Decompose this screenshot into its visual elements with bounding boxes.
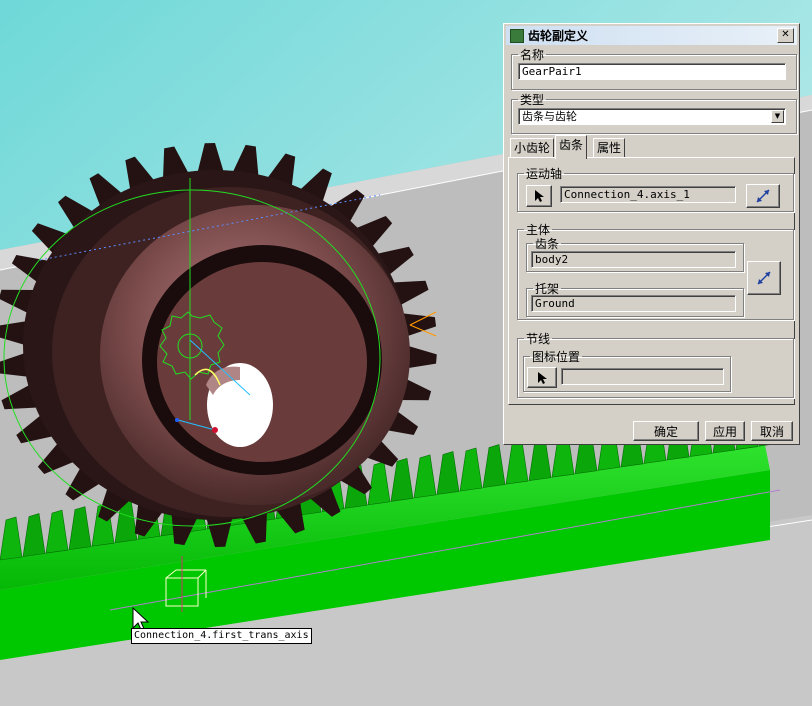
tab-pinion[interactable]: 小齿轮	[510, 138, 555, 158]
type-label: 类型	[520, 93, 545, 107]
select-arrow-icon	[538, 371, 547, 384]
icon-position-field[interactable]	[561, 368, 724, 385]
motion-axis-flip-button[interactable]	[746, 184, 780, 208]
dialog-app-icon	[510, 28, 524, 43]
flip-direction-icon	[756, 189, 770, 203]
flip-direction-icon	[757, 271, 771, 285]
rack-body-label: 齿条	[535, 237, 560, 251]
tab-rack[interactable]: 齿条	[555, 135, 588, 159]
ok-button[interactable]: 确定	[633, 421, 699, 441]
motion-axis-select-button[interactable]	[526, 185, 552, 207]
axis-tooltip: Connection_4.first_trans_axis	[131, 628, 312, 644]
close-icon: ✕	[781, 29, 790, 40]
name-label: 名称	[520, 48, 545, 62]
apply-button[interactable]: 应用	[705, 421, 745, 441]
gear-pair-dialog: 齿轮副定义 ✕ 名称 GearPair1 类型 齿条与齿轮 ▼ 小齿轮 齿条 属…	[503, 23, 800, 445]
motion-axis-field[interactable]: Connection_4.axis_1	[560, 186, 736, 203]
dialog-titlebar[interactable]: 齿轮副定义 ✕	[506, 26, 797, 45]
motion-axis-label: 运动轴	[526, 167, 563, 181]
tab-properties[interactable]: 属性	[593, 138, 626, 158]
select-arrow-icon	[535, 190, 544, 202]
rack-body-field[interactable]: body2	[531, 251, 736, 268]
chevron-down-icon[interactable]: ▼	[771, 110, 784, 123]
type-select-value: 齿条与齿轮	[522, 110, 577, 123]
dialog-title: 齿轮副定义	[528, 29, 589, 43]
name-input[interactable]: GearPair1	[518, 63, 786, 80]
type-select[interactable]: 齿条与齿轮 ▼	[518, 108, 786, 125]
body-swap-button[interactable]	[747, 261, 781, 295]
icon-position-label: 图标位置	[532, 350, 581, 364]
pitch-line-label: 节线	[526, 332, 551, 346]
close-button[interactable]: ✕	[777, 28, 794, 43]
cancel-button[interactable]: 取消	[751, 421, 793, 441]
carrier-field[interactable]: Ground	[531, 295, 736, 312]
icon-position-select-button[interactable]	[527, 367, 557, 388]
